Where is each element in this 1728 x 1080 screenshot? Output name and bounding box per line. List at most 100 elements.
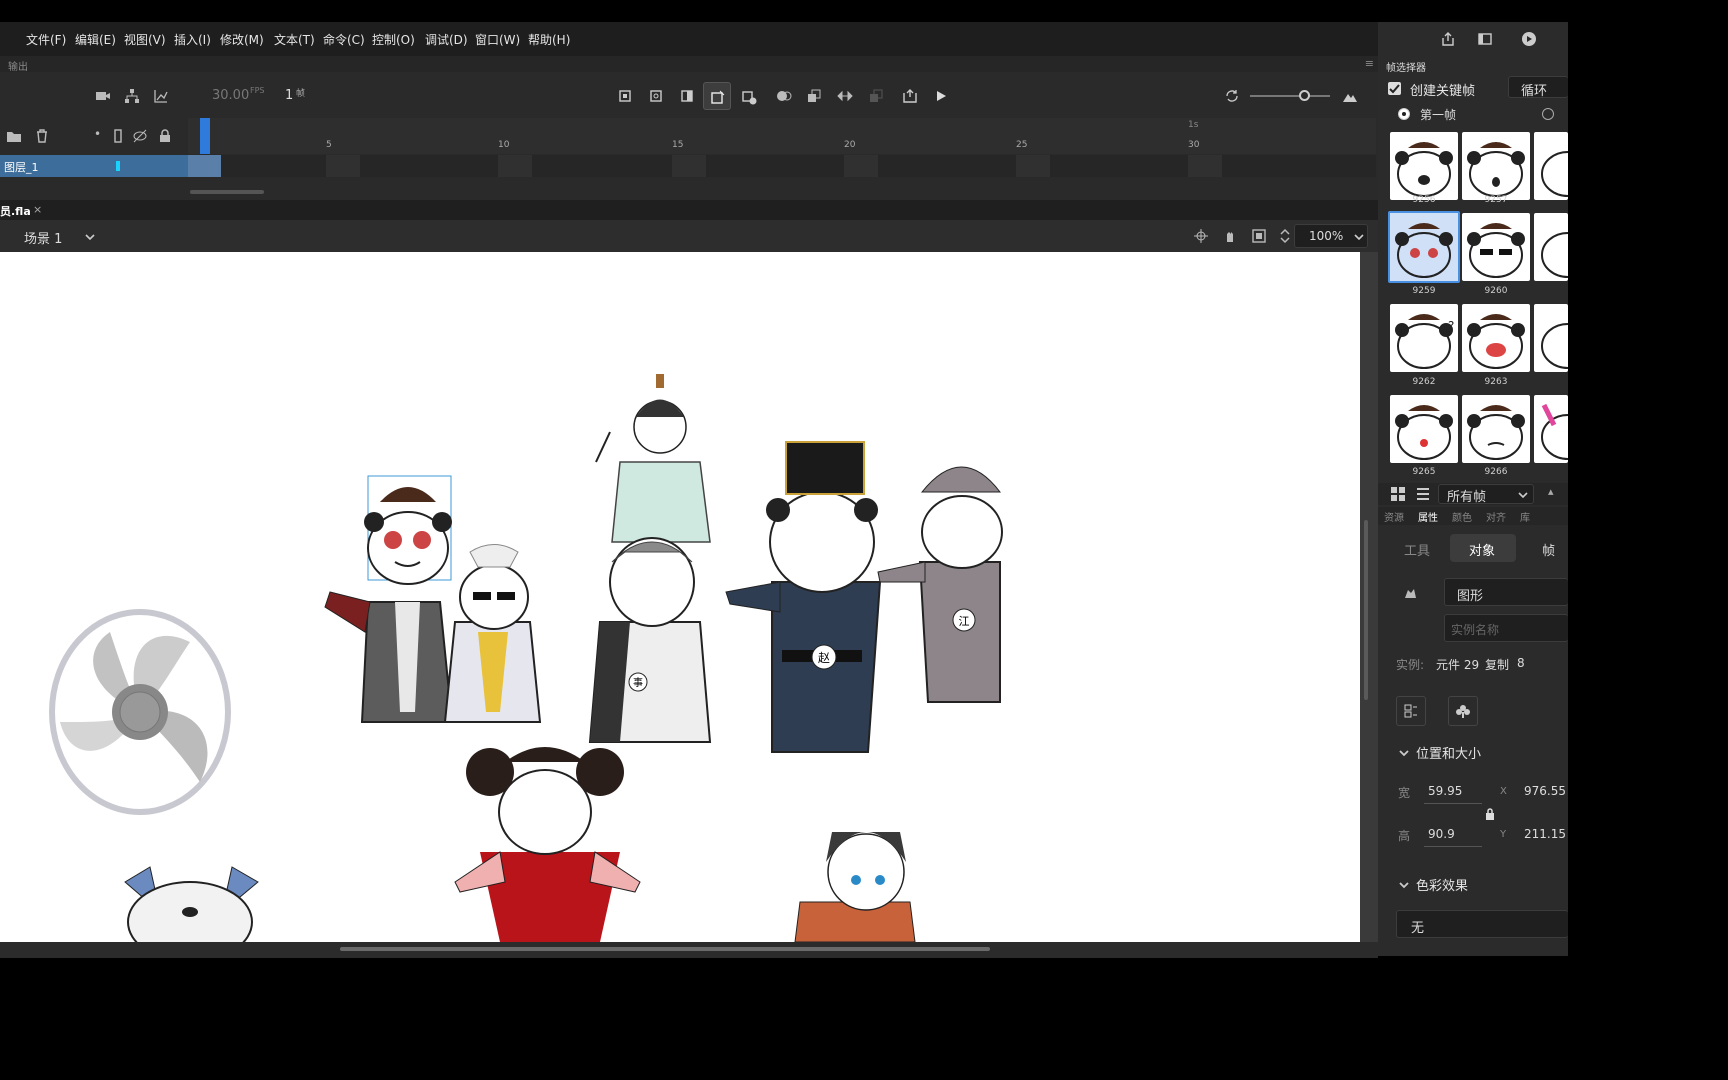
dot-column-icon[interactable]: • (94, 127, 101, 141)
camera-icon[interactable] (95, 88, 111, 104)
frames-row[interactable] (188, 155, 1376, 177)
rotate-stage-icon[interactable] (1222, 228, 1238, 244)
export-icon[interactable] (902, 88, 918, 104)
menu-file[interactable]: 文件(F) (26, 31, 66, 48)
fan-graphic[interactable] (49, 609, 231, 815)
mountain-zoom-icon[interactable] (1342, 88, 1358, 104)
section-chevron-icon[interactable] (1396, 745, 1412, 761)
playhead[interactable] (200, 118, 210, 154)
color-effect-dropdown[interactable]: 无 (1396, 910, 1568, 938)
frame-filter-dropdown[interactable]: 所有帧 (1438, 484, 1534, 505)
frame-thumb-9266[interactable] (1462, 395, 1530, 463)
subtab-object[interactable]: 对象 (1469, 540, 1495, 559)
loop-value[interactable]: 循环 (1521, 80, 1547, 99)
clear-keyframe-icon[interactable] (741, 89, 757, 105)
menu-edit[interactable]: 编辑(E) (75, 31, 116, 48)
loop-icon[interactable] (1224, 88, 1240, 104)
new-folder-icon[interactable] (6, 128, 22, 144)
zoom-stepper-icon[interactable] (1277, 226, 1293, 246)
layer-row[interactable]: 图层_1 (0, 155, 188, 177)
frame-thumb-9259[interactable] (1388, 211, 1460, 283)
edit-symbol-button[interactable] (1448, 696, 1478, 726)
instance-name-placeholder[interactable]: 实例名称 (1451, 621, 1499, 638)
height-value[interactable]: 90.9 (1428, 827, 1455, 841)
vertical-scroll-thumb[interactable] (1364, 520, 1368, 700)
play-icon[interactable] (933, 88, 949, 104)
collapse-icon[interactable]: ▴ (1548, 485, 1554, 498)
center-stage-icon[interactable] (1193, 228, 1209, 244)
zoom-dropdown-icon[interactable] (1351, 229, 1367, 245)
frame-thumb-partial-4[interactable] (1534, 395, 1568, 463)
menu-commands[interactable]: 命令(C) (323, 31, 365, 48)
menu-modify[interactable]: 修改(M) (220, 31, 264, 48)
frame-thumb-9265[interactable] (1390, 395, 1458, 463)
menu-debug[interactable]: 调试(D) (425, 31, 468, 48)
tab-color[interactable]: 颜色 (1452, 509, 1472, 524)
panel-layout-icon[interactable] (1477, 31, 1493, 47)
outline-column-icon[interactable] (110, 128, 126, 144)
width-value[interactable]: 59.95 (1428, 784, 1462, 798)
timeline-ruler[interactable]: 5 10 15 20 25 30 1s (188, 118, 1376, 154)
keyframe-cell[interactable] (188, 155, 221, 177)
frame-filter-value[interactable]: 所有帧 (1447, 486, 1486, 505)
stage-scrollbar[interactable] (0, 942, 1378, 958)
tween-icon[interactable] (837, 88, 853, 104)
y-value[interactable]: 211.15 (1524, 827, 1566, 841)
document-tab[interactable]: 员.fla (0, 203, 31, 219)
color-section-chevron-icon[interactable] (1396, 877, 1412, 893)
menu-text[interactable]: 文本(T) (274, 31, 315, 48)
layer-parenting-icon[interactable] (124, 88, 140, 104)
onion-skin-icon[interactable] (776, 88, 792, 104)
share-icon[interactable] (1440, 31, 1456, 47)
instance-name-field[interactable]: 实例名称 (1444, 614, 1568, 642)
subtab-frame[interactable]: 帧 (1542, 540, 1555, 559)
menu-control[interactable]: 控制(O) (372, 31, 415, 48)
symbol-type-dropdown[interactable]: 图形 (1444, 578, 1568, 606)
zoom-slider-handle[interactable] (1299, 90, 1310, 101)
subtab-object-bg[interactable]: 对象 (1450, 534, 1516, 562)
create-keyframe-label[interactable]: 创建关键帧 (1410, 80, 1475, 99)
other-radio[interactable] (1542, 108, 1554, 120)
list-view-icon[interactable] (1415, 486, 1431, 502)
insert-frame-icon[interactable] (679, 88, 695, 104)
color-effect-title[interactable]: 色彩效果 (1416, 875, 1468, 894)
tab-assets[interactable]: 资源 (1384, 509, 1404, 524)
lock-layer-icon[interactable] (157, 128, 173, 144)
tab-library[interactable]: 库 (1520, 509, 1530, 524)
subtab-tool[interactable]: 工具 (1404, 540, 1430, 559)
menu-help[interactable]: 帮助(H) (528, 31, 570, 48)
clip-content-icon[interactable] (1251, 228, 1267, 244)
insert-blank-keyframe-icon[interactable] (648, 88, 664, 104)
character-gray-hair[interactable]: 事 (588, 537, 712, 743)
zoom-field[interactable]: 100% (1294, 224, 1368, 248)
edit-multiple-frames-icon[interactable] (806, 88, 822, 104)
character-scholar[interactable] (595, 374, 711, 543)
timeline-scrollbar[interactable] (190, 190, 264, 194)
layer-name[interactable]: 图层_1 (4, 159, 39, 175)
zoom-value[interactable]: 100% (1309, 229, 1343, 243)
grid-view-icon[interactable] (1390, 486, 1406, 502)
instance-value[interactable]: 元件 29 (1436, 656, 1479, 673)
create-keyframe-checkbox[interactable] (1388, 82, 1401, 95)
frame-thumb-partial-1[interactable] (1534, 132, 1568, 200)
frame-thumb-9263[interactable] (1462, 304, 1530, 372)
menu-view[interactable]: 视图(V) (124, 31, 166, 48)
zoom-slider-track[interactable] (1250, 95, 1330, 97)
frame-thumb-9260[interactable] (1462, 213, 1530, 281)
panel-menu-icon[interactable]: ≡ (1365, 57, 1374, 70)
scroll-thumb[interactable] (340, 947, 990, 951)
symbol-type-value[interactable]: 图形 (1457, 585, 1483, 604)
frame-thumb-9256[interactable] (1390, 132, 1458, 200)
tab-properties[interactable]: 属性 (1418, 509, 1438, 524)
auto-keyframe-button[interactable] (703, 82, 731, 110)
test-movie-icon[interactable] (1521, 31, 1537, 47)
character-gray-robe[interactable]: 江 (877, 466, 1003, 703)
first-frame-label[interactable]: 第一帧 (1420, 106, 1456, 123)
current-frame[interactable]: 1 (285, 88, 293, 103)
character-dog-hood[interactable] (124, 866, 259, 942)
swap-symbol-button[interactable] (1396, 696, 1426, 726)
hide-layer-icon[interactable] (132, 128, 148, 144)
character-injured[interactable] (324, 475, 454, 723)
insert-keyframe-icon[interactable] (617, 88, 633, 104)
frame-thumb-partial-3[interactable] (1534, 304, 1568, 372)
